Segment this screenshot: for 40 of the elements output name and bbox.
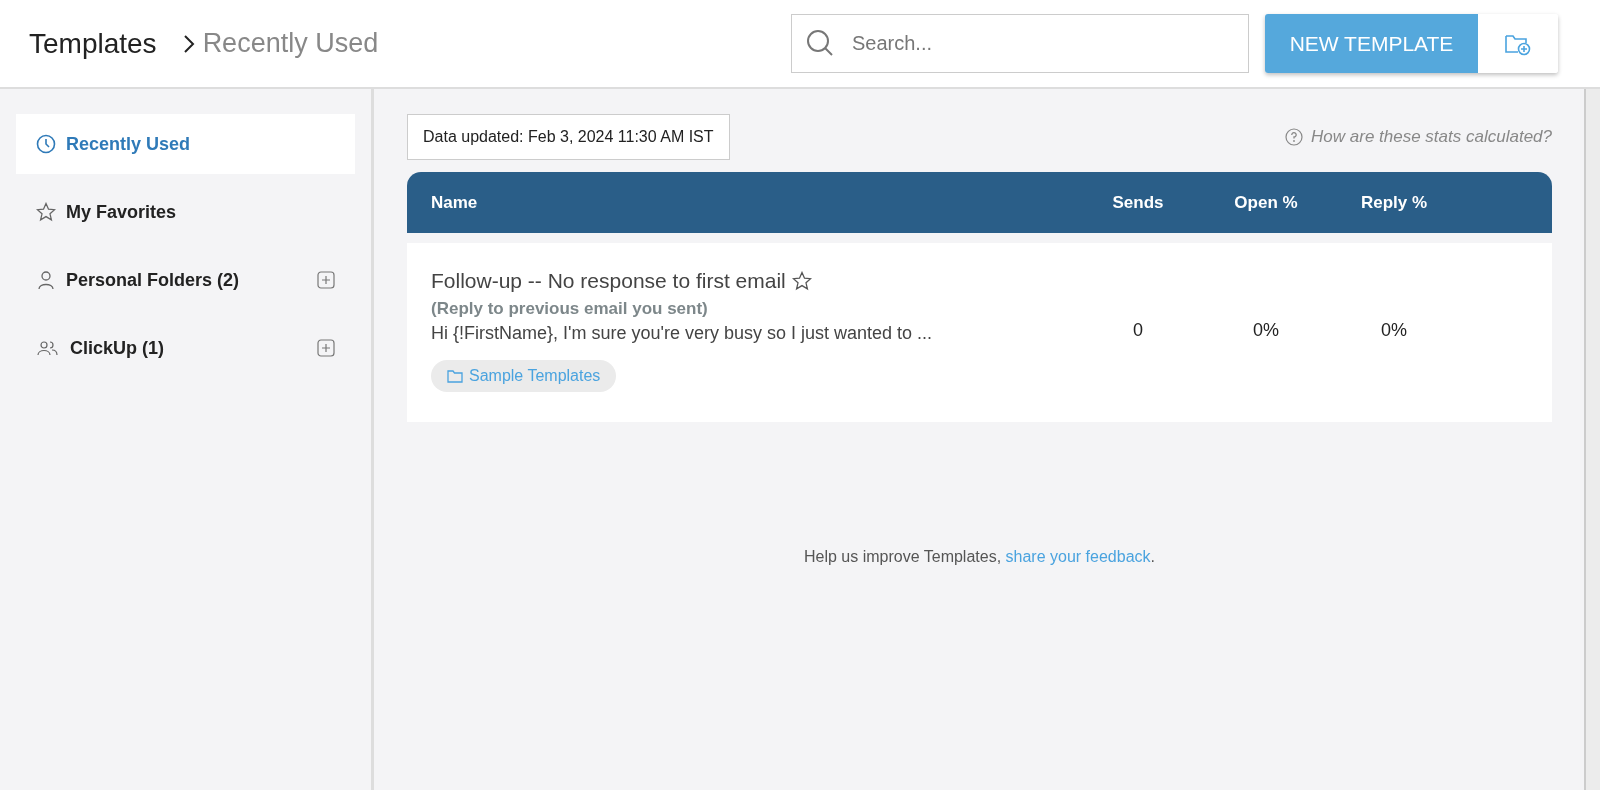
page-title: Templates [29,27,157,60]
add-icon[interactable] [317,271,335,289]
template-title: Follow-up -- No response to first email [431,269,786,293]
favorite-star-icon[interactable] [791,271,812,291]
sidebar-item-label: Recently Used [66,133,192,155]
column-header: Open % [1233,192,1299,213]
stats-help-link[interactable]: How are these stats calculated? [1311,127,1552,147]
sidebar-item-label: ClickUp (1) [70,337,166,359]
sidebar-item[interactable]: Personal Folders (2) [16,250,355,310]
breadcrumb-link[interactable]: Recently Used [202,28,379,59]
sidebar-item-label: My Favorites [66,201,178,223]
add-icon[interactable] [317,339,335,357]
data-updated-label: Data updated: Feb 3, 2024 11:30 AM IST [407,114,730,160]
column-header: Reply % [1359,192,1429,213]
column-header: Name [430,192,479,213]
template-subtitle: (Reply to previous email you sent) [431,299,708,319]
sends-cell-text: 0 [1132,320,1144,341]
help-icon [1285,128,1304,146]
people-icon [36,338,60,358]
template-row[interactable]: Follow-up -- No response to first email (Reply to previous email you sent) Hi {!FirstName}, I'm sure you're very busy so I just wanted to ... Sample Templates 0 0% 0% [407,243,1552,422]
sidebar-item[interactable]: My Favorites [16,182,355,242]
template-preview: Hi {!FirstName}, I'm sure you're very busy so I just wanted to ... [431,323,933,344]
sidebar-item[interactable]: ClickUp (1) [16,318,355,378]
search-field[interactable]: Search... [791,14,1249,73]
star-icon [36,202,56,222]
search-icon [806,29,834,57]
column-header: Sends [1111,192,1165,213]
open-rate-cell-text: 0% [1252,320,1280,341]
new-template-button[interactable]: NEW TEMPLATE [1265,14,1478,73]
feedback-message: Help us improve Templates, share your feedback. [803,548,1156,566]
new-folder-button[interactable] [1478,14,1558,73]
reply-rate-cell-text: 0% [1380,320,1408,341]
folder-icon [447,369,463,383]
feedback-link[interactable]: share your feedback [1005,548,1151,565]
folder-tag[interactable]: Sample Templates [431,360,617,392]
chevron-icon [182,33,195,54]
clock-icon [36,134,56,154]
sidebar-item[interactable]: Recently Used [16,114,355,174]
sidebar-item-label: Personal Folders (2) [66,269,241,291]
person-icon [36,270,56,290]
